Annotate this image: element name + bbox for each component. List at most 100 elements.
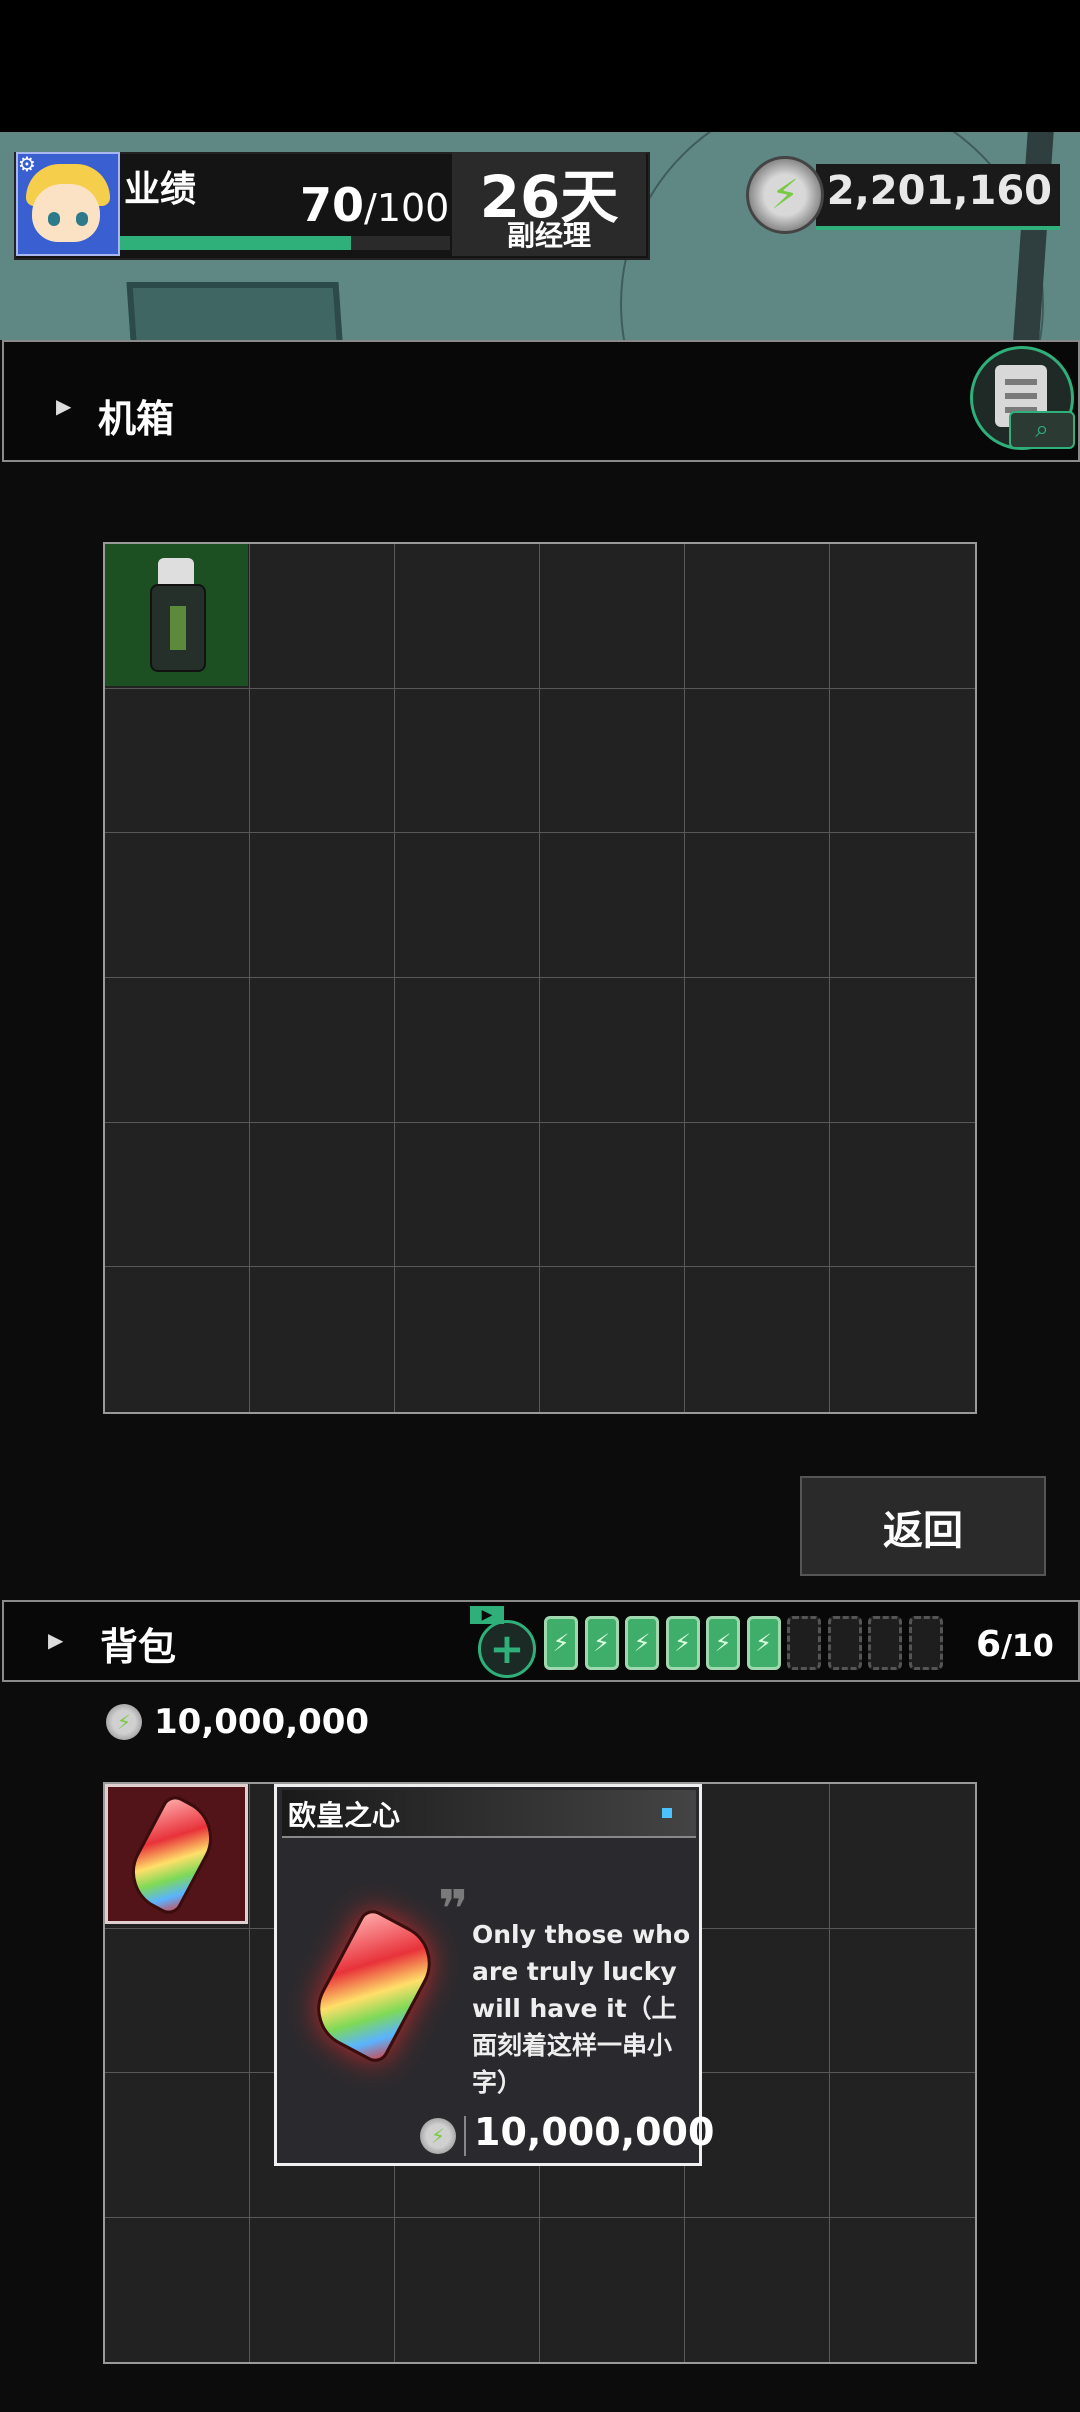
coin-icon: ⚡ <box>746 156 824 234</box>
machine-title: 机箱 <box>98 397 175 441</box>
grid-cell[interactable] <box>395 1267 540 1412</box>
grid-cell[interactable] <box>830 1267 975 1412</box>
gear-icon[interactable]: ⚙ <box>18 154 38 174</box>
grid-cell[interactable] <box>540 544 685 689</box>
quote-icon: ❞ <box>438 1880 469 1940</box>
grid-cell[interactable] <box>105 1928 250 2073</box>
grid-cell[interactable] <box>250 2217 395 2362</box>
grid-cell[interactable] <box>830 2073 975 2218</box>
grid-cell[interactable] <box>685 1122 830 1268</box>
lightning-icon: ⚡ <box>593 1629 610 1657</box>
return-button-label: 返回 <box>883 1508 963 1554</box>
coin-total: 2,201,160 <box>826 168 1052 214</box>
grid-cell[interactable] <box>540 1267 685 1412</box>
grid-cell[interactable] <box>105 2217 250 2362</box>
battery-full-icon: ⚡ <box>625 1616 659 1670</box>
grid-cell[interactable] <box>540 978 685 1123</box>
performance-bar-fill <box>120 236 351 250</box>
triangle-right-icon: ▶ <box>48 1628 64 1652</box>
grid-cell[interactable] <box>830 978 975 1123</box>
grid-cell[interactable] <box>685 1784 830 1929</box>
grid-cell[interactable] <box>250 544 395 689</box>
grid-cell[interactable] <box>685 978 830 1123</box>
battery-empty-icon <box>787 1616 821 1670</box>
grid-cell[interactable] <box>830 544 975 689</box>
battery-full-icon: ⚡ <box>584 1616 619 1670</box>
grid-cell[interactable] <box>540 2217 685 2362</box>
lightning-icon: ⚡ <box>755 1629 772 1657</box>
grid-cell[interactable] <box>250 833 395 978</box>
lightning-icon: ⚡ <box>714 1629 732 1657</box>
performance-max: /100 <box>364 186 450 230</box>
grid-cell[interactable] <box>250 1267 395 1412</box>
grid-cell[interactable] <box>105 1267 250 1412</box>
header-decor-monitor <box>126 282 346 340</box>
grid-cell[interactable] <box>685 544 830 689</box>
performance-current: 70 <box>300 178 365 232</box>
grid-cell[interactable] <box>395 978 540 1123</box>
lightning-icon: ⚡ <box>633 1629 651 1657</box>
grid-cell[interactable] <box>395 2217 540 2362</box>
lightning-icon: ⚡ <box>430 2124 446 2148</box>
coin-icon: ⚡ <box>106 1704 142 1740</box>
video-ad-icon: ▶ <box>470 1606 504 1624</box>
performance-label: 业绩 <box>124 169 197 210</box>
grid-cell[interactable] <box>685 688 830 834</box>
grid-cell[interactable] <box>685 1267 830 1412</box>
battery-full-icon: ⚡ <box>544 1616 578 1670</box>
add-capacity-button[interactable]: + <box>478 1620 536 1678</box>
grid-cell[interactable] <box>395 833 540 978</box>
battery-full-icon: ⚡ <box>706 1616 740 1670</box>
lightning-icon: ⚡ <box>770 172 800 218</box>
search-icon: ⌕ <box>1009 411 1075 449</box>
avatar-eye <box>76 212 88 226</box>
grid-cell[interactable] <box>250 688 395 834</box>
clipboard-search-button[interactable]: ⌕ <box>970 346 1075 450</box>
grid-cell[interactable] <box>685 833 830 978</box>
battery-empty-icon <box>868 1616 902 1670</box>
bottle-icon[interactable] <box>150 558 206 672</box>
triangle-right-icon: ▶ <box>56 394 72 418</box>
rank-title: 副经理 <box>506 219 591 252</box>
performance-value: 70/100 <box>300 178 449 232</box>
tooltip-description: Only those who are truly lucky will have… <box>472 1920 691 2097</box>
battery-empty-icon <box>827 1616 862 1670</box>
bag-money: 10,000,000 <box>154 1702 370 1742</box>
grid-cell[interactable] <box>830 1929 975 2073</box>
grid-cell[interactable] <box>105 833 250 978</box>
capacity-current: 6 <box>976 1624 1002 1665</box>
grid-cell[interactable] <box>395 1122 540 1268</box>
grid-cell[interactable] <box>395 544 540 689</box>
battery-full-icon: ⚡ <box>665 1616 700 1670</box>
avatar-face <box>32 184 100 242</box>
plus-icon: + <box>489 1624 525 1673</box>
grid-cell[interactable] <box>685 2217 830 2362</box>
bag-title: 背包 <box>100 1625 177 1669</box>
battery-empty-icon <box>908 1616 943 1670</box>
tooltip-price: 10,000,000 <box>474 2110 715 2154</box>
status-bar <box>0 0 1080 132</box>
coin-icon: ⚡ <box>420 2118 456 2154</box>
grid-cell[interactable] <box>830 833 975 978</box>
grid-cell[interactable] <box>105 1122 250 1268</box>
grid-cell[interactable] <box>250 978 395 1123</box>
bag-capacity: 6/10 <box>976 1624 1054 1665</box>
tooltip-item-name: 欧皇之心 <box>288 1799 401 1832</box>
rarity-dot-icon <box>662 1808 672 1818</box>
grid-cell[interactable] <box>830 1123 975 1268</box>
lightning-icon: ⚡ <box>552 1629 570 1657</box>
grid-cell[interactable] <box>105 978 250 1123</box>
grid-cell[interactable] <box>830 1784 975 1929</box>
grid-cell[interactable] <box>540 1122 685 1268</box>
price-divider <box>464 2116 466 2156</box>
grid-cell[interactable] <box>105 688 250 834</box>
grid-cell[interactable] <box>105 2073 250 2218</box>
grid-cell[interactable] <box>830 2218 975 2363</box>
grid-cell[interactable] <box>830 689 975 834</box>
grid-cell[interactable] <box>540 688 685 834</box>
grid-cell[interactable] <box>540 833 685 978</box>
grid-cell[interactable] <box>250 1122 395 1268</box>
grid-cell[interactable] <box>395 688 540 834</box>
grid-cell[interactable] <box>685 1928 830 2073</box>
lightning-icon: ⚡ <box>116 1710 132 1734</box>
